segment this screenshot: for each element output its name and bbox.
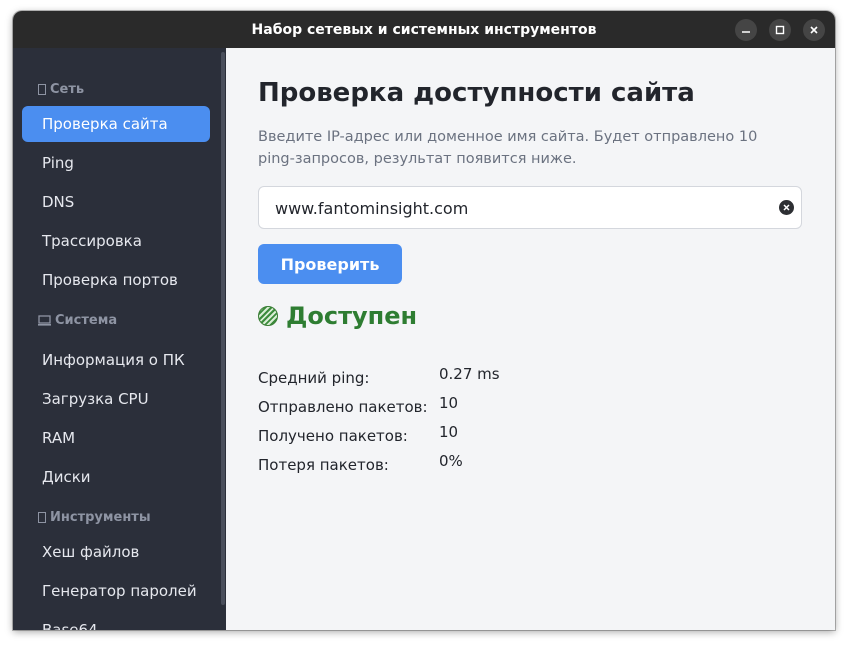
window-controls — [735, 19, 825, 41]
page-description: Введите IP-адрес или доменное имя сайта.… — [258, 129, 758, 167]
page-title: Проверка доступности сайта — [258, 78, 695, 108]
sidebar-section-title: Сеть — [50, 82, 85, 97]
sidebar-section-network: Сеть — [38, 82, 84, 97]
sidebar-item-disks[interactable]: Диски — [22, 459, 210, 495]
tools-icon — [38, 512, 46, 523]
titlebar: Набор сетевых и системных инструментов — [13, 11, 835, 48]
sidebar-scrollbar[interactable] — [221, 52, 225, 605]
main-panel: Проверка доступности сайта Введите IP-ад… — [226, 48, 835, 630]
app-window: Набор сетевых и системных инструментов С… — [13, 11, 835, 630]
stat-label-received: Получено пакетов: — [258, 427, 408, 445]
minimize-icon — [742, 31, 750, 33]
sidebar-item-traceroute[interactable]: Трассировка — [22, 223, 210, 259]
stat-value-sent: 10 — [439, 394, 459, 412]
stat-value-loss: 0% — [439, 452, 463, 470]
clear-input-button[interactable] — [779, 200, 794, 215]
stat-label-loss: Потеря пакетов: — [258, 456, 389, 474]
sidebar-section-tools: Инструменты — [38, 510, 151, 525]
stat-label-sent: Отправлено пакетов: — [258, 398, 428, 416]
sidebar-item-ram[interactable]: RAM — [22, 420, 210, 456]
check-button[interactable]: Проверить — [258, 244, 402, 284]
sidebar-item-cpu-load[interactable]: Загрузка CPU — [22, 381, 210, 417]
maximize-button[interactable] — [769, 19, 791, 41]
status-ok-icon — [258, 306, 278, 326]
host-input-field[interactable] — [258, 186, 802, 230]
sidebar: Сеть Проверка сайта Ping DNS Трассировка… — [13, 48, 226, 630]
network-icon — [38, 84, 46, 95]
maximize-icon — [775, 25, 785, 35]
clear-icon — [783, 204, 790, 211]
sidebar-item-file-hash[interactable]: Хеш файлов — [22, 534, 210, 570]
window-title: Набор сетевых и системных инструментов — [251, 21, 597, 38]
stat-value-received: 10 — [439, 423, 459, 441]
computer-icon — [38, 315, 51, 326]
sidebar-item-dns[interactable]: DNS — [22, 184, 210, 220]
close-icon — [810, 26, 818, 34]
sidebar-item-ping[interactable]: Ping — [22, 145, 210, 181]
sidebar-item-port-check[interactable]: Проверка портов — [22, 262, 210, 298]
sidebar-item-pc-info[interactable]: Информация о ПК — [22, 342, 210, 378]
sidebar-section-system: Система — [38, 313, 117, 328]
sidebar-section-title: Система — [55, 313, 118, 328]
stat-label-avg-ping: Средний ping: — [258, 369, 370, 387]
host-input[interactable] — [273, 187, 777, 230]
sidebar-item-password-generator[interactable]: Генератор паролей — [22, 573, 210, 609]
sidebar-item-base64[interactable]: Base64 — [22, 612, 210, 630]
status-indicator: Доступен — [258, 302, 417, 330]
status-text: Доступен — [286, 302, 418, 330]
sidebar-item-site-check[interactable]: Проверка сайта — [22, 106, 210, 142]
close-button[interactable] — [803, 19, 825, 41]
minimize-button[interactable] — [735, 19, 757, 41]
stat-value-avg-ping: 0.27 ms — [439, 365, 500, 383]
sidebar-section-title: Инструменты — [50, 510, 151, 525]
